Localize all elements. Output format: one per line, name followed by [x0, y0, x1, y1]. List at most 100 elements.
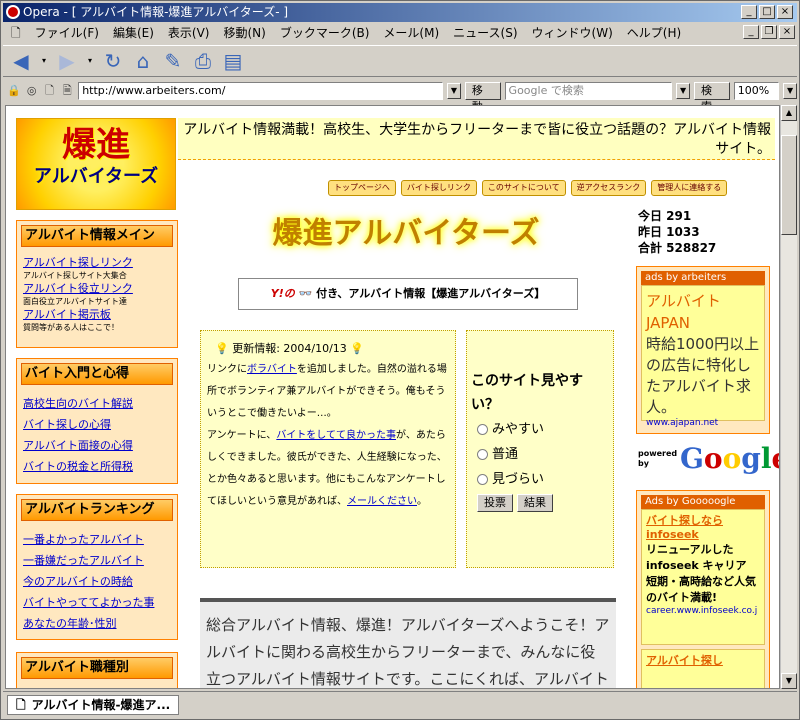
yahoo-banner[interactable]: Y!の 👓 付き、アルバイト情報【爆進アルバイターズ】 [238, 278, 578, 310]
ad-title[interactable]: アルバイト JAPAN [646, 290, 760, 334]
sidebar-link[interactable]: 今のアルバイトの時給 [23, 571, 171, 592]
news-text: アンケートに、 [207, 430, 277, 441]
mdi-minimize-button[interactable]: _ [743, 25, 759, 39]
scroll-down-icon[interactable]: ▼ [781, 673, 797, 689]
mdi-restore-button[interactable]: ❐ [761, 25, 777, 39]
search-dropdown-icon[interactable]: ▼ [676, 83, 691, 99]
poll-option-label: 見づらい [492, 472, 545, 487]
menu-window[interactable]: ウィンドウ(W) [532, 23, 613, 43]
back-icon[interactable]: ◀ [9, 49, 33, 73]
radio-button[interactable] [477, 474, 488, 485]
menu-bookmarks[interactable]: ブックマーク(B) [280, 23, 370, 43]
sidebar-link[interactable]: 一番よかったアルバイト [23, 529, 171, 550]
back-dropdown-icon[interactable]: ▾ [39, 49, 49, 73]
news-link-volabaito[interactable]: ボラバイト [247, 364, 297, 375]
window-title: Opera - [ アルバイト情報-爆進アルバイターズ- ] [23, 5, 289, 19]
title-bar: Opera - [ アルバイト情報-爆進アルバイターズ- ] _ □ × [3, 3, 797, 22]
hotlist-icon[interactable]: ✎ [161, 49, 185, 73]
ad-url[interactable]: career.www.infoseek.co.j [646, 606, 760, 616]
news-title: 更新情報: 2004/10/13 [232, 342, 347, 355]
forward-dropdown-icon[interactable]: ▾ [85, 49, 95, 73]
sidebar-main-heading: アルバイト情報メイン [21, 225, 173, 247]
site-logo[interactable]: 爆進 アルバイターズ [16, 118, 176, 210]
yahoo-logo: Y!の [270, 287, 295, 300]
menu-navigate[interactable]: 移動(N) [223, 23, 265, 43]
nav-rank-button[interactable]: 逆アクセスランク [570, 180, 647, 196]
ad-box-google[interactable]: Ads by Gooooogle バイト探しなら infoseek リニューアル… [636, 490, 770, 688]
menu-help[interactable]: ヘルプ(H) [627, 23, 681, 43]
print-icon[interactable]: ⎙ [191, 49, 215, 73]
sidebar-jobtype-box: アルバイト職種別 [16, 652, 178, 688]
sidebar-link[interactable]: 高校生向のバイト解説 [23, 393, 171, 414]
radio-button[interactable] [477, 424, 488, 435]
document-icon[interactable]: 🗋 [43, 84, 57, 98]
sidebar-link-useful[interactable]: アルバイト役立リンク [23, 281, 171, 296]
address-toolbar: 🔒 ◎ 🗋 🗎 http://www.arbeiters.com/ ▼ 移動 G… [3, 79, 797, 113]
menu-file[interactable]: ファイル(F) [35, 23, 99, 43]
cookie-icon[interactable]: ◎ [25, 84, 39, 98]
nav-top-button[interactable]: トップページへ [328, 180, 396, 196]
search-field[interactable]: Google で検索 [504, 82, 673, 100]
sunglasses-icon: 👓 [298, 287, 313, 300]
nav-about-button[interactable]: このサイトについて [481, 180, 566, 196]
tab-title: アルバイト情報-爆進ア... [31, 697, 171, 712]
sidebar-link[interactable]: アルバイト面接の心得 [23, 435, 171, 456]
close-button[interactable]: × [777, 5, 793, 19]
ad-title-2[interactable]: アルバイト探し [646, 654, 760, 668]
save-icon[interactable]: ▤ [221, 49, 245, 73]
sidebar-link[interactable]: あなたの年齢･性別 [23, 613, 171, 634]
nav-links-button[interactable]: バイト探しリンク [400, 180, 477, 196]
mdi-close-button[interactable]: × [779, 25, 795, 39]
news-link-mail[interactable]: メールください [347, 496, 417, 507]
page-icon: 🗋 [11, 26, 21, 40]
poll-option[interactable]: みやすい [471, 417, 609, 442]
ad-box-arbeiters[interactable]: ads by arbeiters アルバイト JAPAN 時給1000円以上の広… [636, 266, 770, 434]
sidebar-link[interactable]: バイト探しの心得 [23, 414, 171, 435]
center-logo-main: 爆進 [272, 216, 333, 251]
scroll-up-icon[interactable]: ▲ [781, 105, 797, 121]
page-viewport: 爆進 アルバイターズ アルバイト情報満載！高校生、大学生からフリーターまで皆に役… [5, 105, 780, 689]
home-icon[interactable]: ⌂ [131, 49, 155, 73]
poll-box: このサイト見やすい？ みやすい 普通 見づらい 投票 結果 [466, 330, 614, 568]
news-item-2: アンケートに、バイトをしてて良かった事が、あたらしくできました。彼氏ができた、人… [207, 425, 449, 513]
ad-title[interactable]: バイト探しなら infoseek [646, 514, 760, 542]
ad-url[interactable]: www.ajapan.net [646, 418, 760, 428]
powered-by-google[interactable]: powered by Google [638, 442, 779, 475]
lock-icon[interactable]: 🔒 [7, 84, 21, 98]
go-button[interactable]: 移動 [464, 82, 501, 113]
nav-contact-button[interactable]: 管理人に連絡する [651, 180, 728, 196]
vote-button[interactable]: 投票 [477, 494, 513, 512]
zoom-field[interactable]: 100% [733, 82, 780, 100]
ad-heading: Ads by Gooooogle [641, 495, 765, 509]
sidebar-ranking-box: アルバイトランキング 一番よかったアルバイト 一番嫌だったアルバイト 今のアルバ… [16, 494, 178, 640]
tab-bar: 🗋 アルバイト情報-爆進ア... [3, 691, 797, 717]
menu-edit[interactable]: 編集(E) [113, 23, 154, 43]
address-field[interactable]: http://www.arbeiters.com/ [78, 82, 444, 100]
menu-view[interactable]: 表示(V) [168, 23, 210, 43]
search-button[interactable]: 検索 [694, 82, 730, 113]
menu-mail[interactable]: メール(M) [383, 23, 439, 43]
forward-icon[interactable]: ▶ [55, 49, 79, 73]
sidebar-link[interactable]: バイトの税金と所得税 [23, 456, 171, 477]
poll-option[interactable]: 見づらい [471, 467, 609, 492]
sidebar-link-search[interactable]: アルバイト探しリンク [23, 255, 171, 270]
menu-news[interactable]: ニュース(S) [453, 23, 517, 43]
poll-option[interactable]: 普通 [471, 442, 609, 467]
lightbulb-icon: 💡 [350, 342, 365, 355]
news-link-survey[interactable]: バイトをしてて良かった事 [276, 430, 396, 441]
sidebar-link[interactable]: 一番嫌だったアルバイト [23, 550, 171, 571]
address-dropdown-icon[interactable]: ▼ [447, 83, 461, 99]
page-tab[interactable]: 🗋 アルバイト情報-爆進ア... [7, 694, 180, 715]
info-icon[interactable]: 🗎 [60, 84, 74, 98]
reload-icon[interactable]: ↻ [101, 49, 125, 73]
sidebar-link[interactable]: バイトやっててよかった事 [23, 592, 171, 613]
vertical-scrollbar[interactable]: ▲ ▼ [780, 105, 797, 689]
sidebar-link-bbs[interactable]: アルバイト掲示板 [23, 307, 171, 322]
radio-button[interactable] [477, 449, 488, 460]
result-button[interactable]: 結果 [517, 494, 553, 512]
zoom-dropdown-icon[interactable]: ▼ [783, 83, 797, 99]
minimize-button[interactable]: _ [741, 5, 757, 19]
sidebar-ranking-heading: アルバイトランキング [21, 499, 173, 521]
scroll-thumb[interactable] [781, 135, 797, 235]
maximize-button[interactable]: □ [759, 5, 775, 19]
